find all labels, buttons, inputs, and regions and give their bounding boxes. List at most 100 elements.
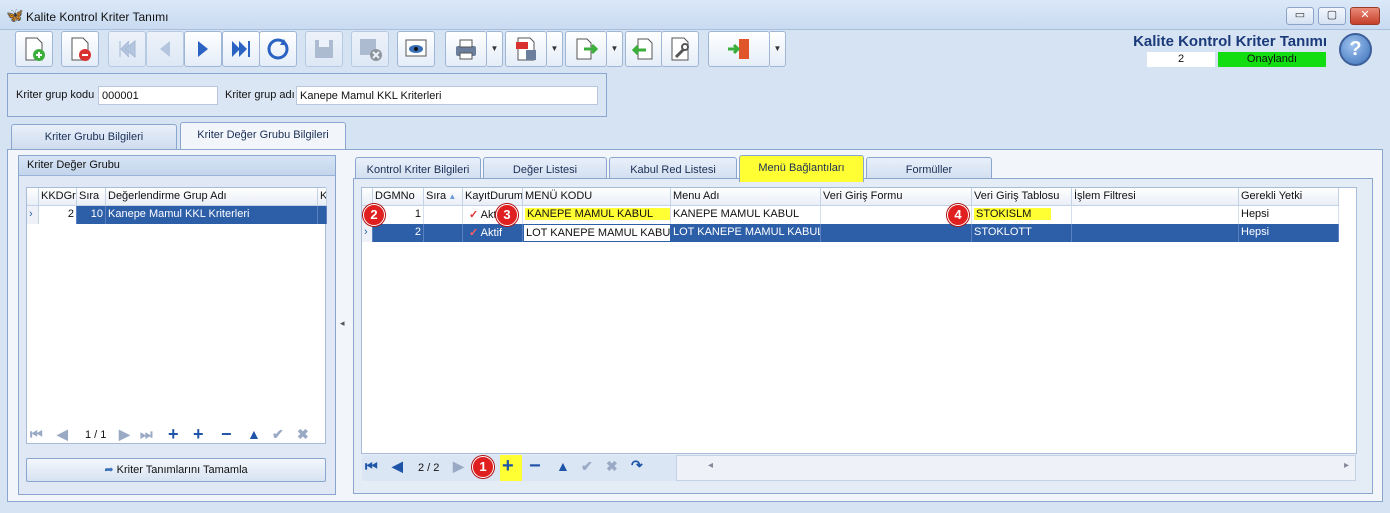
column-header[interactable]: Veri Giriş Formu [821,188,972,206]
transfer-icon[interactable] [565,31,607,67]
cell-k[interactable] [318,206,327,224]
column-header[interactable]: DGMNo [373,188,424,206]
cell-sira[interactable]: 10 [77,206,106,224]
cell-kkdgr[interactable]: 2 [39,206,77,224]
sort-asc-icon: ▲ [446,192,457,201]
cell-veri-giris-tablosu[interactable]: STOKLOTT [972,224,1072,242]
cell-dgmno[interactable]: 2 [373,224,424,242]
tab-menu-baglantilari[interactable]: Menü Bağlantıları [739,155,864,182]
scroll-left-icon[interactable]: ◂ [708,460,713,471]
first-icon[interactable]: ⏮ [30,426,43,443]
cell-sira[interactable] [424,206,463,224]
save-icon[interactable] [305,31,343,67]
move-up-icon[interactable]: ▲ [247,426,261,442]
exit-dropdown[interactable]: ▼ [770,31,786,67]
cell-veri-giris-formu[interactable] [821,224,972,242]
minimize-button[interactable]: ▭ [1286,7,1314,25]
column-header[interactable]: KayıtDurum [463,188,523,206]
marker-4: 4 [947,204,969,226]
new-icon[interactable] [15,31,53,67]
pdf-export-icon[interactable] [505,31,547,67]
save-close-icon[interactable] [351,31,389,67]
column-header[interactable]: KKDGr [39,188,77,206]
import-icon[interactable] [625,31,663,67]
move-up-icon[interactable]: ▲ [556,458,570,474]
marker-1: 1 [472,456,494,478]
close-button[interactable]: ✕ [1350,7,1380,25]
confirm-icon[interactable]: ✔ [272,426,284,443]
help-icon[interactable]: ? [1339,33,1372,66]
print-dropdown[interactable]: ▼ [487,31,503,67]
column-header[interactable]: Değerlendirme Grup Adı [106,188,318,206]
column-header[interactable]: Sıra ▲ [424,188,463,206]
title-bar [0,0,1390,30]
tab-kriter-deger-grubu-bilgileri[interactable]: Kriter Değer Grubu Bilgileri [180,122,346,149]
cell-sira[interactable] [424,224,463,242]
exit-icon[interactable] [708,31,770,67]
pager-text: 2 / 2 [418,462,440,474]
left-grid: KKDGr Sıra Değerlendirme Grup Adı K › 2 … [26,187,327,445]
kriter-tanimlarini-tamamla-button[interactable]: ➦ Kriter Tanımlarını Tamamla [26,458,326,482]
add-icon[interactable]: + [168,424,179,445]
cell-gerekli-yetki[interactable]: Hepsi [1239,224,1339,242]
pdf-dropdown[interactable]: ▼ [547,31,563,67]
preview-icon[interactable] [397,31,435,67]
cell-grup-adi[interactable]: Kanepe Mamul KKL Kriterleri [106,206,318,224]
splitter-handle-icon[interactable]: ◂ [340,318,345,329]
cell-islem-filtresi[interactable] [1072,206,1239,224]
kriter-grup-adi-input[interactable]: Kanepe Mamul KKL Kriterleri [296,86,598,105]
scroll-right-icon[interactable]: ▸ [1344,460,1349,471]
cell-veri-giris-tablosu[interactable]: STOKISLM [972,206,1072,224]
column-header[interactable]: Gerekli Yetki [1239,188,1339,206]
next-icon[interactable] [184,31,222,67]
cell-menu-adi[interactable]: LOT KANEPE MAMUL KABUL [671,224,821,242]
next-icon[interactable]: ▶ [119,426,130,443]
transfer-dropdown[interactable]: ▼ [607,31,623,67]
cancel-icon[interactable]: ✖ [606,458,618,475]
cell-kayitdurum[interactable]: ✓ Aktif [463,224,523,242]
delete-icon[interactable] [61,31,99,67]
add-copy-icon[interactable]: + [193,424,204,445]
row-indicator-icon: › [362,224,373,242]
column-header[interactable]: Menu Adı [671,188,821,206]
kriter-grup-kodu-input[interactable]: 000001 [98,86,218,105]
column-header[interactable]: Sıra [77,188,106,206]
last-icon[interactable]: ⏭ [140,426,153,443]
marker-2: 2 [363,204,385,226]
record-number: 2 [1147,52,1215,67]
horizontal-scrollbar[interactable] [676,455,1356,481]
cell-menu-adi[interactable]: KANEPE MAMUL KABUL [671,206,821,224]
remove-icon[interactable]: − [221,424,232,445]
next-icon[interactable]: ▶ [453,458,464,475]
maximize-button[interactable]: ▢ [1318,7,1346,25]
prev-icon[interactable]: ◀ [57,426,68,443]
cell-menu-kodu[interactable]: KANEPE MAMUL KABUL [523,206,671,224]
kriter-grup-adi-label: Kriter grup adı [225,89,295,101]
cell-menu-kodu[interactable]: LOT KANEPE MAMUL KABUL [523,224,671,242]
last-icon[interactable] [222,31,260,67]
refresh-icon[interactable] [259,31,297,67]
column-header[interactable]: K [318,188,327,206]
cell-islem-filtresi[interactable] [1072,224,1239,242]
first-icon[interactable]: ⏮ [365,458,378,475]
check-icon: ✓ [469,209,479,221]
marker-3: 3 [496,204,518,226]
redo-icon[interactable]: ↷ [631,457,643,474]
form-title: Kalite Kontrol Kriter Tanımı [1133,33,1327,50]
cancel-icon[interactable]: ✖ [297,426,309,443]
remove-icon[interactable]: − [529,455,541,478]
confirm-icon[interactable]: ✔ [581,458,593,475]
prev-icon[interactable] [146,31,184,67]
tab-kriter-grubu-bilgileri[interactable]: Kriter Grubu Bilgileri [11,124,177,149]
tools-icon[interactable] [661,31,699,67]
column-header[interactable]: Veri Giriş Tablosu [972,188,1072,206]
cell-gerekli-yetki[interactable]: Hepsi [1239,206,1339,224]
prev-icon[interactable]: ◀ [392,458,403,475]
window-title: Kalite Kontrol Kriter Tanımı [26,10,169,24]
column-header[interactable]: MENÜ KODU [523,188,671,206]
first-icon[interactable] [108,31,146,67]
add-icon[interactable]: + [502,455,514,478]
column-header[interactable]: İşlem Filtresi [1072,188,1239,206]
left-panel-title: Kriter Değer Grubu [19,156,335,176]
print-icon[interactable] [445,31,487,67]
